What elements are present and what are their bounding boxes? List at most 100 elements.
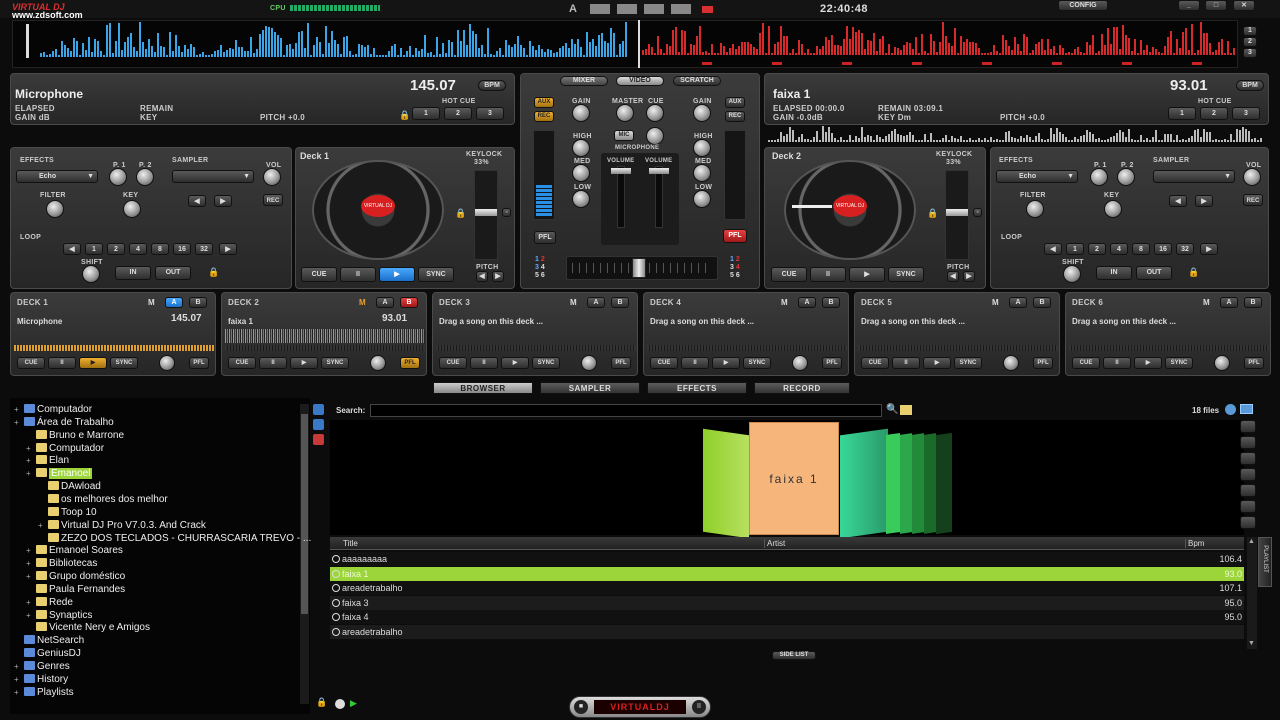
deck-a-loop-16[interactable]: 16 (173, 243, 191, 255)
deck-b-loop-2[interactable]: 2 (1088, 243, 1106, 255)
tree-item[interactable]: ZEZO DOS TECLADOS - CHURRASCARIA TREVO -… (38, 532, 311, 545)
tree-item[interactable]: NetSearch (14, 634, 84, 647)
mixer-high-left[interactable] (572, 139, 590, 157)
minideck-b-button[interactable]: B (822, 297, 840, 308)
mixer-mic-knob[interactable] (646, 127, 664, 145)
expand-icon[interactable]: + (26, 557, 36, 570)
tree-item[interactable]: + History (14, 673, 68, 686)
minideck-b-button[interactable]: B (189, 297, 207, 308)
side-panel-icon[interactable] (1240, 484, 1256, 497)
minideck-pause[interactable]: II (892, 357, 920, 369)
deck-b-sync-button[interactable]: SYNC (888, 267, 924, 282)
mixer-gain-left[interactable] (572, 104, 590, 122)
deck-b-loop-next[interactable]: ▶ (1200, 243, 1218, 255)
minideck-vol-knob[interactable] (1214, 355, 1230, 371)
deck-a-loop-in[interactable]: IN (115, 266, 151, 280)
tree-item[interactable]: + Grupo doméstico (26, 570, 125, 583)
minideck-b-button[interactable]: B (1244, 297, 1262, 308)
minideck-m-button[interactable]: M (359, 299, 366, 307)
mixer-low-right[interactable] (693, 190, 711, 208)
table-row[interactable]: areadetrabalho 107.1 (330, 581, 1244, 595)
minideck-pause[interactable]: II (681, 357, 709, 369)
table-row[interactable]: faixa 3 95.0 (330, 595, 1244, 610)
deck-b-play-button[interactable]: ▶ (849, 267, 885, 282)
expand-icon[interactable]: + (26, 570, 36, 583)
minideck-sync[interactable]: SYNC (110, 357, 138, 369)
deck-b-pause-button[interactable]: II (810, 267, 846, 282)
volume-fader-right-track[interactable] (655, 166, 663, 228)
minideck-a-button[interactable]: A (587, 297, 605, 308)
deck-b-shift-knob[interactable] (1063, 265, 1081, 283)
tree-item[interactable]: Paula Fernandes (26, 583, 125, 596)
tree-lock-icon[interactable]: 🔒 (316, 697, 327, 708)
deck-b-cue-button[interactable]: CUE (771, 267, 807, 282)
minideck-pause[interactable]: II (470, 357, 498, 369)
tree-item[interactable]: + Virtual DJ Pro V7.0.3. And Crack (38, 519, 206, 532)
add-folder-icon[interactable] (313, 404, 324, 415)
minideck-play[interactable]: ▶ (501, 357, 529, 369)
minideck-vol-knob[interactable] (159, 355, 175, 371)
tree-item[interactable]: + Rede (26, 596, 73, 609)
tree-item[interactable]: GeniusDJ (14, 647, 81, 660)
deck-a-loop-next[interactable]: ▶ (219, 243, 237, 255)
deck-b-rec-button[interactable]: REC (1243, 194, 1263, 206)
deck-a-pitch-reset[interactable]: ◦ (502, 208, 511, 217)
tree-item[interactable]: DAwload (38, 480, 101, 493)
globe-icon[interactable] (1225, 404, 1236, 415)
deck-b-vol-knob[interactable] (1243, 168, 1261, 186)
side-panel-icon[interactable] (1240, 420, 1256, 433)
expand-icon[interactable]: + (26, 442, 36, 455)
minideck-pfl[interactable]: PFL (1033, 357, 1053, 369)
deck-b-loop-8[interactable]: 8 (1132, 243, 1150, 255)
minideck-b-button[interactable]: B (1033, 297, 1051, 308)
volume-fader-left-handle[interactable] (611, 168, 631, 174)
mixer-tab-video[interactable]: VIDEO (616, 76, 664, 86)
minideck-pfl[interactable]: PFL (1244, 357, 1264, 369)
minideck-play[interactable]: ▶ (923, 357, 951, 369)
cover-right-1[interactable] (840, 428, 888, 539)
tree-item[interactable]: Bruno e Marrone (26, 429, 124, 442)
deck-a-loop-2[interactable]: 2 (107, 243, 125, 255)
expand-icon[interactable]: + (14, 403, 24, 416)
deck-a-sampler-next[interactable]: ▶ (214, 195, 232, 207)
side-panel-icon[interactable] (1240, 468, 1256, 481)
close-button[interactable]: ✕ (1233, 0, 1255, 11)
lock-icon[interactable]: 🔒 (208, 267, 219, 278)
table-row[interactable]: faixa 4 95.0 (330, 610, 1244, 624)
deck-b-filter-knob[interactable] (1026, 200, 1044, 218)
tree-item[interactable]: os melhores dos melhor (38, 493, 168, 506)
tree-item[interactable]: + Computador (26, 442, 104, 455)
deck-b-p2-knob[interactable] (1117, 168, 1135, 186)
expand-icon[interactable]: + (14, 673, 24, 686)
deck-a-vol-knob[interactable] (263, 168, 281, 186)
tab-record[interactable]: RECORD (754, 382, 850, 394)
mixer-tab-mixer[interactable]: MIXER (560, 76, 608, 86)
deck-a-sync-button[interactable]: SYNC (418, 267, 454, 282)
minideck-m-button[interactable]: M (1203, 299, 1210, 307)
minideck-a-button[interactable]: A (798, 297, 816, 308)
minideck-m-button[interactable]: M (781, 299, 788, 307)
deck-b-loop-32[interactable]: 32 (1176, 243, 1194, 255)
deck-a-pause-button[interactable]: II (340, 267, 376, 282)
expand-icon[interactable]: + (26, 609, 36, 622)
mixer-low-left[interactable] (572, 190, 590, 208)
deck-a-rec-button[interactable]: REC (263, 194, 283, 206)
cover-right-3[interactable] (900, 433, 912, 534)
bottom-play-icon[interactable]: ▶ (350, 698, 357, 709)
minideck-cue[interactable]: CUE (17, 357, 45, 369)
maximize-button[interactable]: □ (1205, 0, 1227, 11)
col-bpm[interactable]: Bpm (1185, 539, 1204, 548)
minideck-pause[interactable]: II (48, 357, 76, 369)
scroll-down-icon[interactable]: ▼ (1248, 640, 1255, 647)
deck-b-hotcue-3[interactable]: 3 (1232, 107, 1260, 120)
deck-b-sampler-prev[interactable]: ◀ (1169, 195, 1187, 207)
waveform-deck-a[interactable] (40, 22, 630, 58)
deck-b-pitch-handle[interactable] (946, 209, 968, 216)
minideck-pfl[interactable]: PFL (400, 357, 420, 369)
cover-right-5[interactable] (924, 433, 936, 534)
deck-a-loop-out[interactable]: OUT (155, 266, 191, 280)
expand-icon[interactable]: + (26, 544, 36, 557)
deck-a-key-knob[interactable] (123, 200, 141, 218)
tree-item[interactable]: + Bibliotecas (26, 557, 97, 570)
deck-b-sampler-next[interactable]: ▶ (1195, 195, 1213, 207)
